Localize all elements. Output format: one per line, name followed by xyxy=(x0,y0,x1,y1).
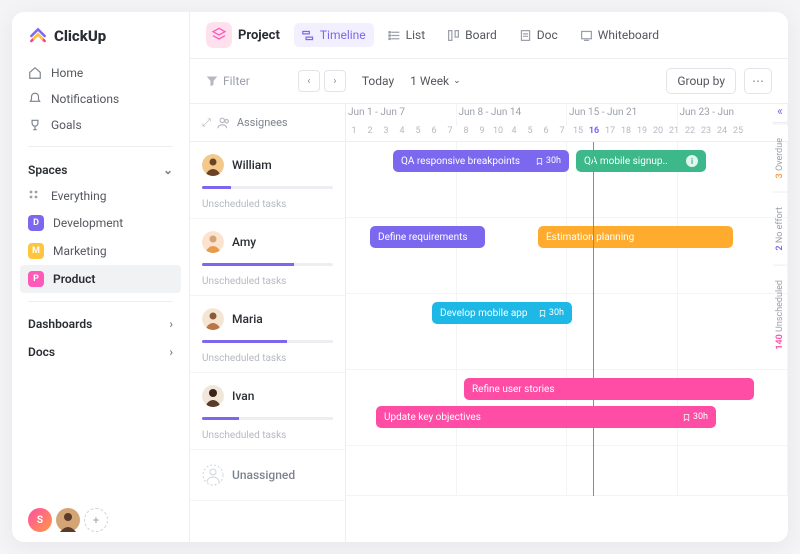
range-selector[interactable]: 1 Week ⌄ xyxy=(410,74,461,88)
space-label: Development xyxy=(53,216,123,230)
prev-button[interactable]: ‹ xyxy=(298,70,320,92)
unscheduled-label[interactable]: Unscheduled tasks xyxy=(202,430,333,441)
board-icon xyxy=(447,29,460,42)
trophy-icon xyxy=(28,118,42,132)
grid-icon xyxy=(28,189,42,203)
brand-name: ClickUp xyxy=(54,27,106,45)
unscheduled-label[interactable]: Unscheduled tasks xyxy=(202,199,333,210)
today-marker xyxy=(593,142,594,496)
space-badge: P xyxy=(28,271,44,287)
sidebar-dashboards[interactable]: Dashboards › xyxy=(12,310,189,338)
task-qa-breakpoints[interactable]: QA responsive breakpoints 30h xyxy=(393,150,569,172)
side-tab-overdue[interactable]: 3 Overdue xyxy=(773,123,787,192)
nav-home[interactable]: Home xyxy=(12,60,189,86)
hours-badge: 30h xyxy=(535,156,561,166)
today-button[interactable]: Today xyxy=(354,70,402,92)
task-qa-mobile[interactable]: QA mobile signup.. i xyxy=(576,150,706,172)
user-avatar-s[interactable]: S xyxy=(28,508,52,532)
task-estimation[interactable]: Estimation planning xyxy=(538,226,733,248)
avatar xyxy=(202,154,224,176)
timeline-icon xyxy=(302,29,315,42)
people-icon xyxy=(217,116,231,130)
assignee-row-unassigned[interactable]: Unassigned xyxy=(190,450,345,501)
assignee-row-ivan[interactable]: Ivan Unscheduled tasks xyxy=(190,373,345,450)
project-icon xyxy=(206,22,232,48)
avatar xyxy=(202,231,224,253)
chevron-right-icon: › xyxy=(169,345,173,359)
assignee-row-amy[interactable]: Amy Unscheduled tasks xyxy=(190,219,345,296)
hours-badge: 30h xyxy=(682,412,708,422)
progress-bar xyxy=(202,417,333,420)
sidebar-item-development[interactable]: D Development xyxy=(12,209,189,237)
collapse-button[interactable]: « xyxy=(772,100,788,123)
task-update-obj[interactable]: Update key objectives 30h xyxy=(376,406,716,428)
task-develop-mobile[interactable]: Develop mobile app 30h xyxy=(432,302,572,324)
sidebar-item-product[interactable]: P Product xyxy=(20,265,181,293)
avatar xyxy=(202,385,224,407)
spaces-header[interactable]: Spaces ⌄ xyxy=(12,155,189,183)
space-badge: M xyxy=(28,243,44,259)
date-range: Jun 1 - Jun 7 xyxy=(346,104,457,126)
unscheduled-label[interactable]: Unscheduled tasks xyxy=(202,276,333,287)
clickup-logo-icon xyxy=(28,26,48,46)
sidebar-item-everything[interactable]: Everything xyxy=(12,183,189,209)
date-range: Jun 15 - Jun 21 xyxy=(567,104,678,126)
filter-icon xyxy=(206,75,218,87)
add-user-button[interactable]: + xyxy=(84,508,108,532)
progress-bar xyxy=(202,340,333,343)
nav-goals-label: Goals xyxy=(51,118,82,132)
home-icon xyxy=(28,66,42,80)
logo[interactable]: ClickUp xyxy=(12,26,189,60)
chevron-down-icon: ⌄ xyxy=(453,76,461,86)
project-name: Project xyxy=(238,28,280,43)
nav-goals[interactable]: Goals xyxy=(12,112,189,138)
doc-icon xyxy=(519,29,532,42)
nav-notifications[interactable]: Notifications xyxy=(12,86,189,112)
view-tab-timeline[interactable]: Timeline xyxy=(294,23,374,47)
more-button[interactable]: ⋯ xyxy=(744,68,772,94)
task-refine-stories[interactable]: Refine user stories xyxy=(464,378,754,400)
task-define-req[interactable]: Define requirements xyxy=(370,226,485,248)
unassigned-icon xyxy=(202,464,224,486)
space-label: Product xyxy=(53,272,95,286)
view-tab-board[interactable]: Board xyxy=(439,23,505,47)
group-by-button[interactable]: Group by xyxy=(666,68,736,94)
whiteboard-icon xyxy=(580,29,593,42)
next-button[interactable]: › xyxy=(324,70,346,92)
view-tab-list[interactable]: List xyxy=(380,23,434,47)
sidebar-item-marketing[interactable]: M Marketing xyxy=(12,237,189,265)
view-tab-whiteboard[interactable]: Whiteboard xyxy=(572,23,667,47)
progress-bar xyxy=(202,263,333,266)
hours-badge: 30h xyxy=(538,308,564,318)
progress-bar xyxy=(202,186,333,189)
assignee-row-maria[interactable]: Maria Unscheduled tasks xyxy=(190,296,345,373)
expand-icon[interactable]: ⤢ xyxy=(202,116,211,130)
space-label: Marketing xyxy=(53,244,107,258)
date-range: Jun 8 - Jun 14 xyxy=(457,104,568,126)
nav-home-label: Home xyxy=(51,66,83,80)
user-avatar-2[interactable] xyxy=(56,508,80,532)
list-icon xyxy=(388,29,401,42)
space-badge: D xyxy=(28,215,44,231)
filter-button[interactable]: Filter xyxy=(206,74,250,88)
nav-notifications-label: Notifications xyxy=(51,92,119,106)
sidebar-docs[interactable]: Docs › xyxy=(12,338,189,366)
side-tab-unscheduled[interactable]: 140 Unscheduled xyxy=(773,265,787,364)
side-tab-noeffort[interactable]: 2 No effort xyxy=(773,192,787,265)
view-tab-doc[interactable]: Doc xyxy=(511,23,566,47)
avatar xyxy=(202,308,224,330)
everything-label: Everything xyxy=(51,189,106,203)
chevron-right-icon: › xyxy=(169,317,173,331)
assignees-header: ⤢ Assignees xyxy=(190,104,345,142)
assignee-row-william[interactable]: William Unscheduled tasks xyxy=(190,142,345,219)
unscheduled-label[interactable]: Unscheduled tasks xyxy=(202,353,333,364)
chevron-down-icon: ⌄ xyxy=(163,163,173,177)
info-icon: i xyxy=(686,155,698,167)
bell-icon xyxy=(28,92,42,106)
